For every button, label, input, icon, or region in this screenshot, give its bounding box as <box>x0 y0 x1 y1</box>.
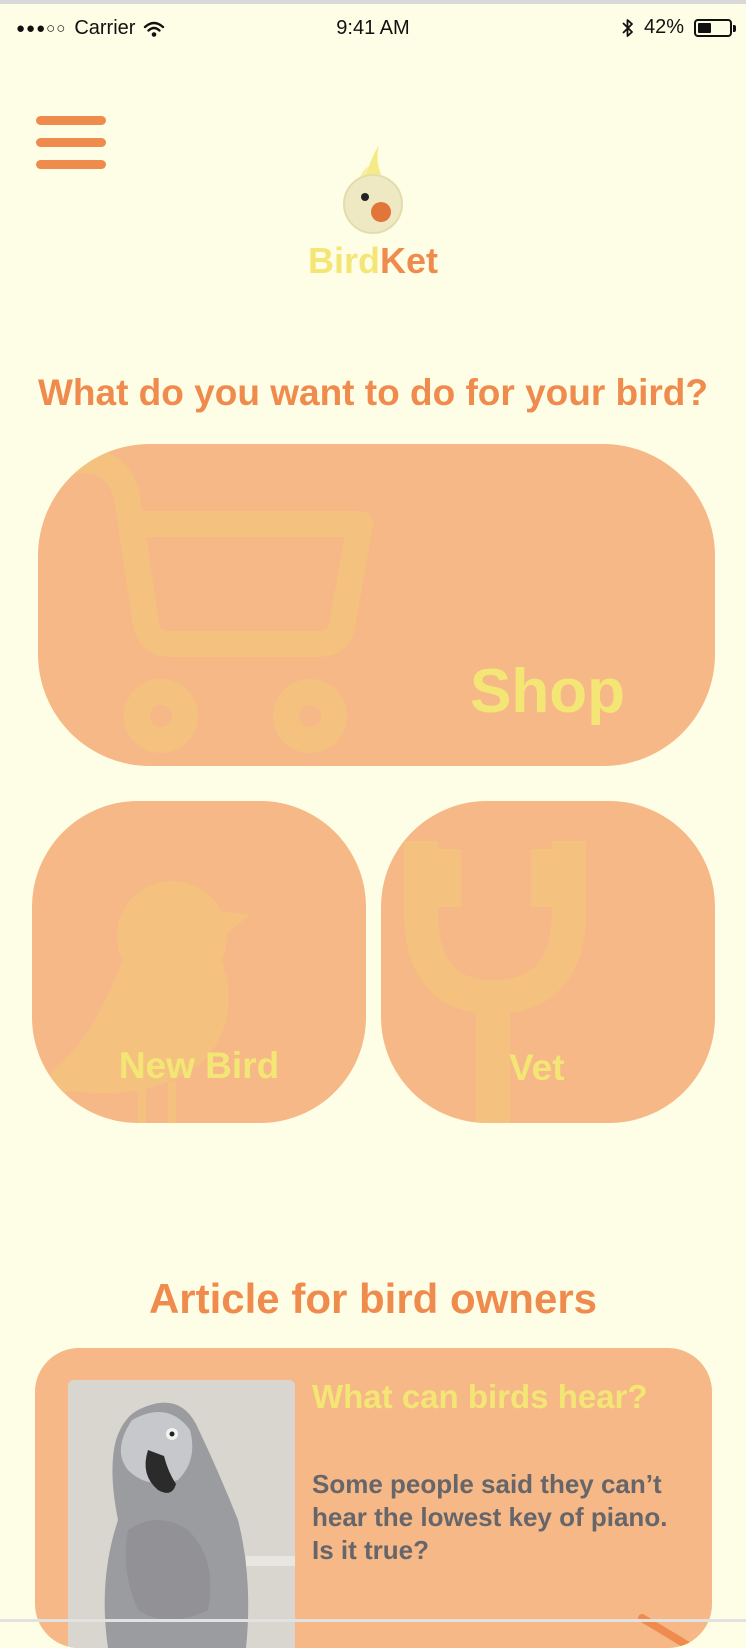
new-bird-label: New Bird <box>118 1045 280 1086</box>
battery-level <box>698 22 711 33</box>
battery-percent: 42% <box>643 16 684 38</box>
shop-label: Shop <box>470 657 625 726</box>
parrot-illustration <box>68 1380 295 1648</box>
bluetooth-icon <box>622 18 633 37</box>
article-card[interactable]: What can birds hear? Some people said th… <box>35 1348 712 1648</box>
battery-icon <box>694 18 736 37</box>
article-excerpt: Some people said they can’t hear the low… <box>312 1469 668 1565</box>
new-bird-tile-button[interactable]: New Bird <box>32 801 366 1123</box>
cockatiel-logo-icon <box>343 146 403 234</box>
grey-parrot-photo <box>68 1380 295 1648</box>
article-title: What can birds hear? <box>312 1378 648 1415</box>
shop-tile-button[interactable]: Shop <box>38 444 715 766</box>
vet-tile-button[interactable]: Vet <box>381 801 715 1123</box>
main-heading: What do you want to do for your bird? <box>37 372 709 413</box>
vet-label: Vet <box>509 1047 565 1088</box>
menu-bar-top <box>36 116 106 125</box>
status-bar: ●●●○○ Carrier 9:41 AM 42% <box>0 4 746 54</box>
articles-heading: Article for bird owners <box>148 1275 598 1322</box>
brand-name-ket: Ket <box>379 240 438 281</box>
arrow-right-icon <box>638 1614 696 1648</box>
brand-logo: BirdKet <box>0 146 746 282</box>
brand-name-bird: Bird <box>307 240 380 281</box>
